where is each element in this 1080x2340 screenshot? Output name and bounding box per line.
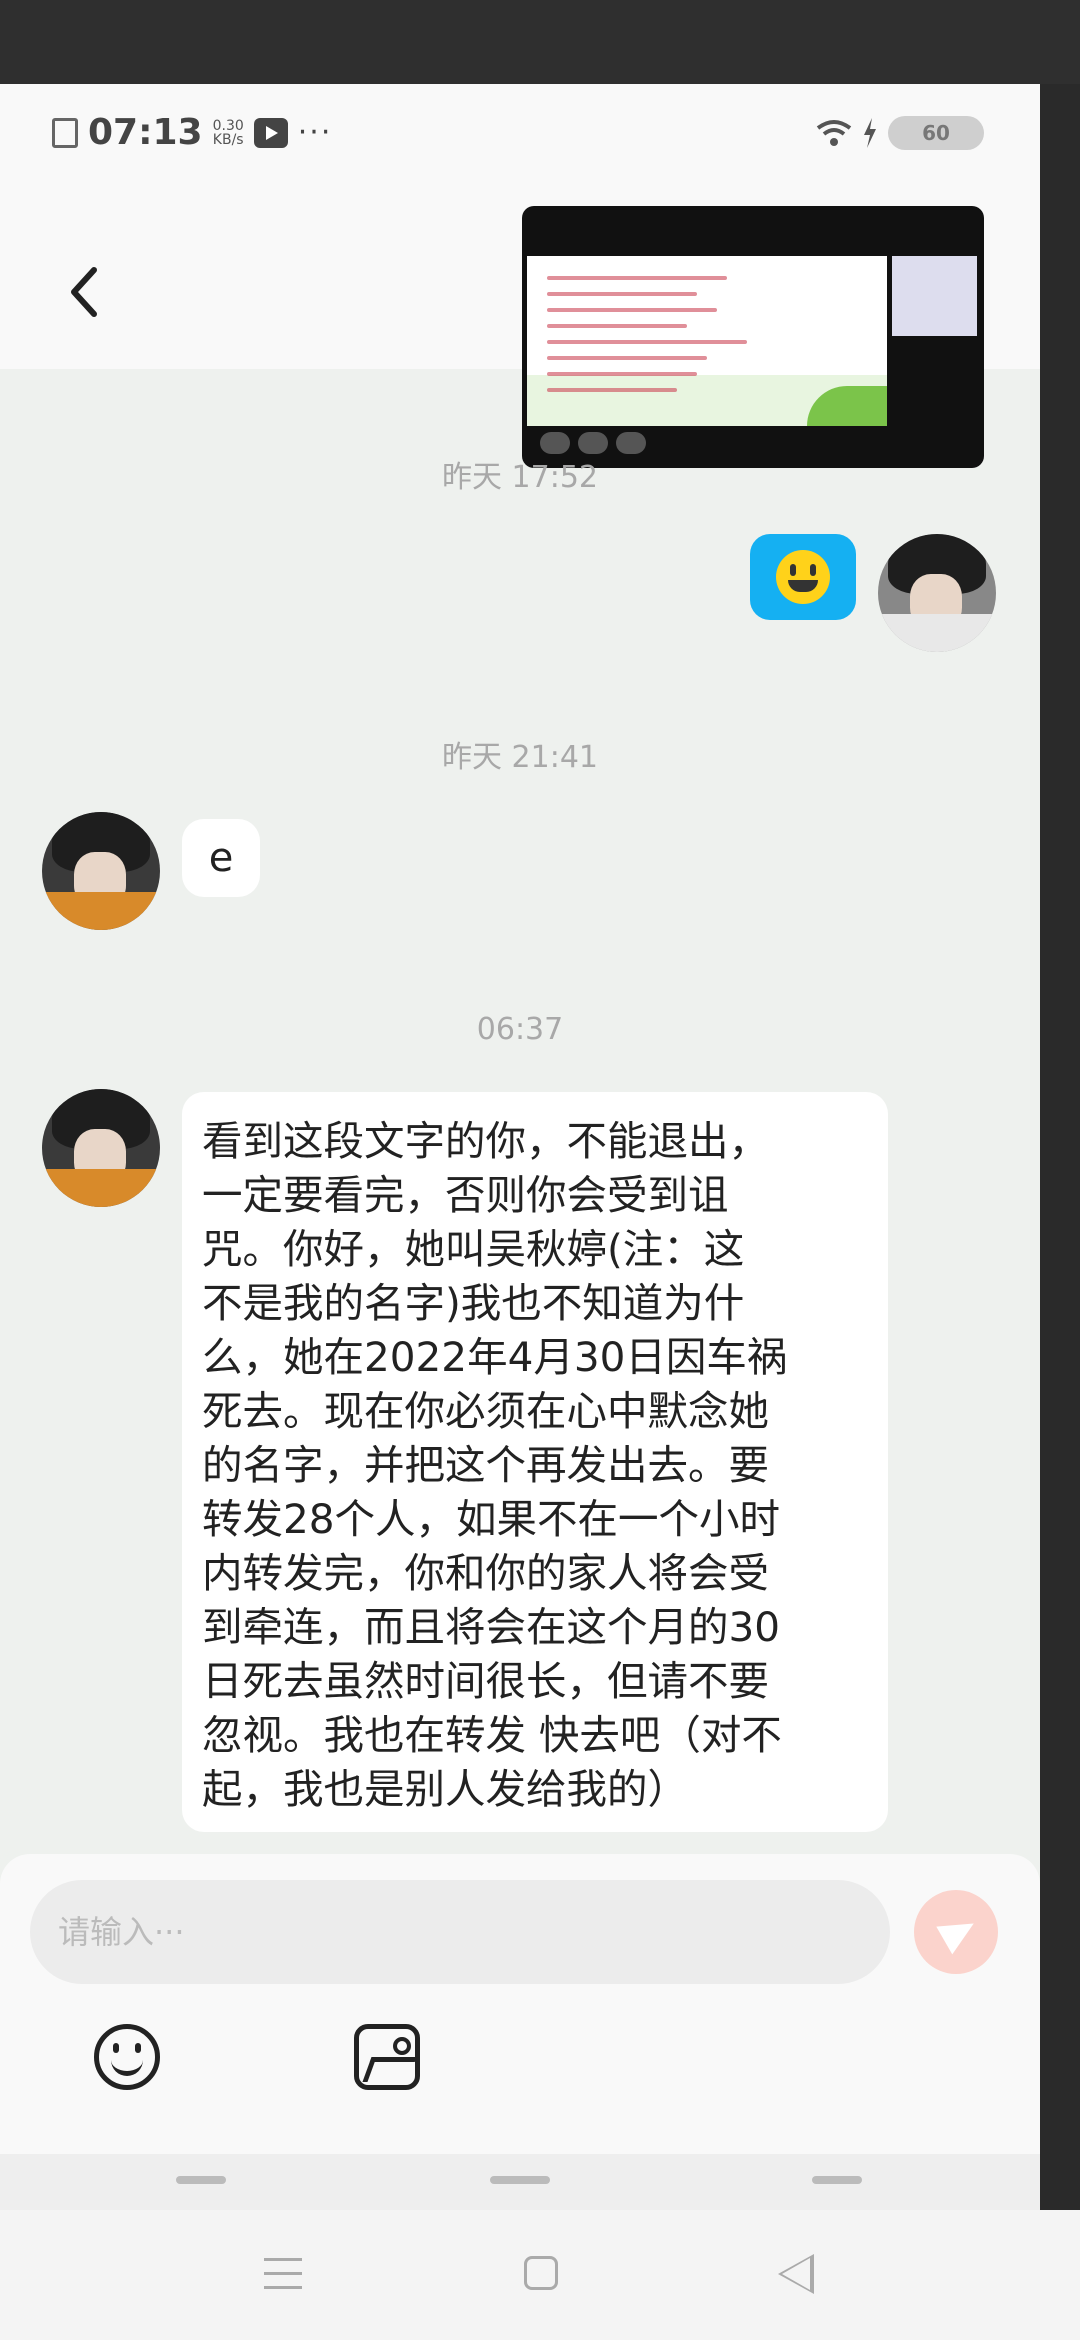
chevron-left-icon: [71, 267, 97, 317]
sim-icon: [52, 117, 78, 148]
phone-screen: 07:13 0.30 KB/s ··· 60 昨天 17:52 昨天 21:41…: [0, 84, 1040, 2210]
status-more: ···: [297, 115, 333, 150]
menu-icon[interactable]: [264, 2258, 302, 2292]
message-bubble[interactable]: 看到这段文字的你，不能退出， 一定要看完，否则你会受到诅 咒。你好，她叫吴秋婷(…: [182, 1092, 888, 1832]
battery-indicator: 60: [888, 116, 984, 150]
emoji-picker-icon[interactable]: [94, 2024, 160, 2090]
back-triangle-icon[interactable]: [778, 2254, 814, 2294]
contact-avatar[interactable]: [42, 812, 160, 930]
timestamp: 昨天 21:41: [442, 740, 598, 775]
status-time: 07:13: [88, 112, 203, 153]
image-picker-icon[interactable]: [354, 2024, 420, 2090]
timestamp: 昨天 17:52: [442, 460, 598, 495]
net-speed: 0.30 KB/s: [212, 117, 244, 148]
send-button[interactable]: [914, 1890, 998, 1974]
contact-avatar[interactable]: [42, 1089, 160, 1207]
system-navigation-bar: [0, 2210, 1080, 2340]
top-dark-band: [0, 0, 1080, 84]
phone-edge: [1040, 84, 1080, 2210]
smiley-icon: [776, 550, 830, 604]
inner-nav-bar: [0, 2154, 1040, 2210]
message-input[interactable]: 请输入···: [30, 1880, 890, 1984]
charging-icon: [864, 118, 876, 148]
message-composer: 请输入···: [0, 1854, 1040, 2154]
my-avatar[interactable]: [878, 534, 996, 652]
home-icon[interactable]: [524, 2256, 558, 2290]
wifi-icon: [816, 120, 852, 146]
timestamp: 06:37: [476, 1012, 564, 1047]
back-button[interactable]: [64, 264, 104, 330]
media-icon: [253, 117, 288, 148]
shared-screenshot-image[interactable]: [522, 206, 984, 468]
status-bar: 07:13 0.30 KB/s ··· 60: [0, 84, 1040, 194]
send-icon: [936, 1909, 982, 1955]
image-video-panel: [892, 256, 977, 336]
emoji-message-bubble[interactable]: [750, 534, 856, 620]
image-slide-content: [527, 256, 887, 426]
message-bubble[interactable]: e: [182, 819, 260, 897]
